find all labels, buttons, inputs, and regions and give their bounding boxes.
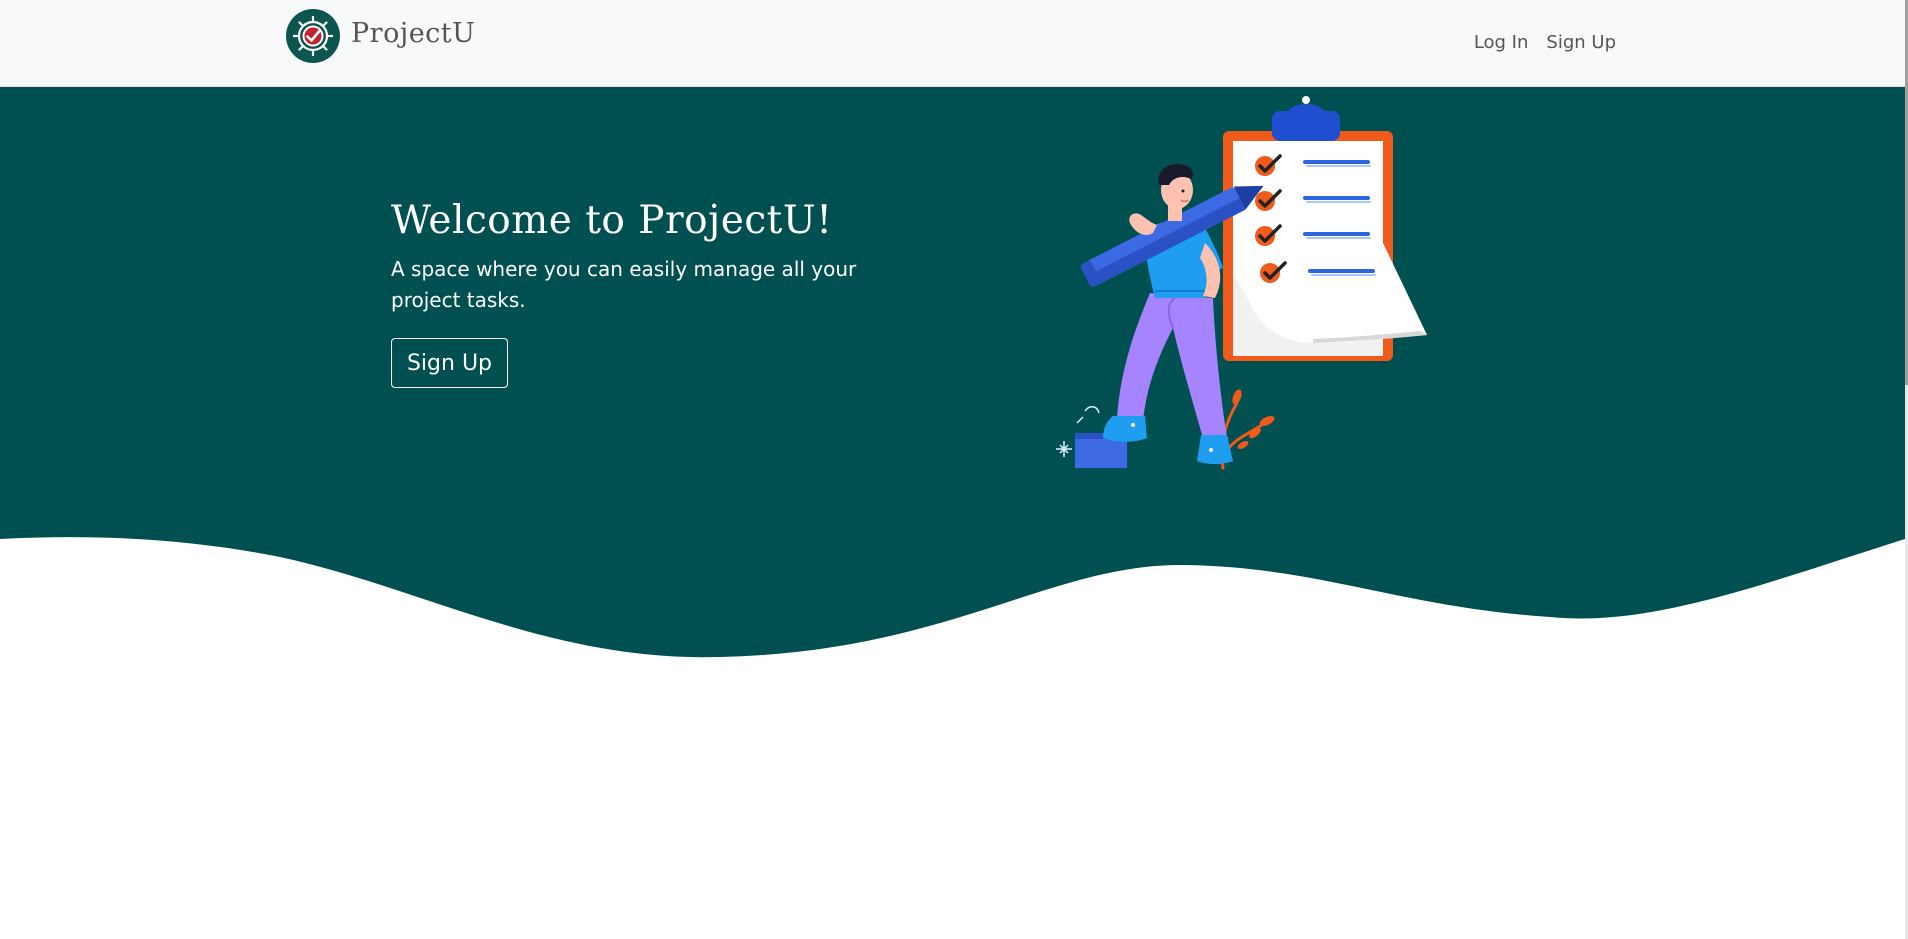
navbar: ProjectU Log In Sign Up bbox=[0, 0, 1905, 87]
login-link[interactable]: Log In bbox=[1474, 31, 1529, 55]
hero-wave-background bbox=[0, 87, 1905, 658]
gear-checkmark-icon bbox=[286, 9, 340, 63]
brand-name: ProjectU bbox=[351, 17, 476, 49]
brand-link[interactable]: ProjectU bbox=[285, 8, 475, 64]
person-checklist-illustration bbox=[1056, 96, 1427, 470]
hero-section: Welcome to ProjectU! A space where you c… bbox=[391, 196, 951, 388]
signup-link[interactable]: Sign Up bbox=[1546, 31, 1616, 55]
hero-signup-button[interactable]: Sign Up bbox=[391, 338, 508, 388]
hero-subtitle: A space where you can easily manage all … bbox=[391, 257, 857, 312]
nav-links: Log In Sign Up bbox=[1474, 31, 1616, 55]
hero-title: Welcome to ProjectU! bbox=[391, 198, 833, 243]
